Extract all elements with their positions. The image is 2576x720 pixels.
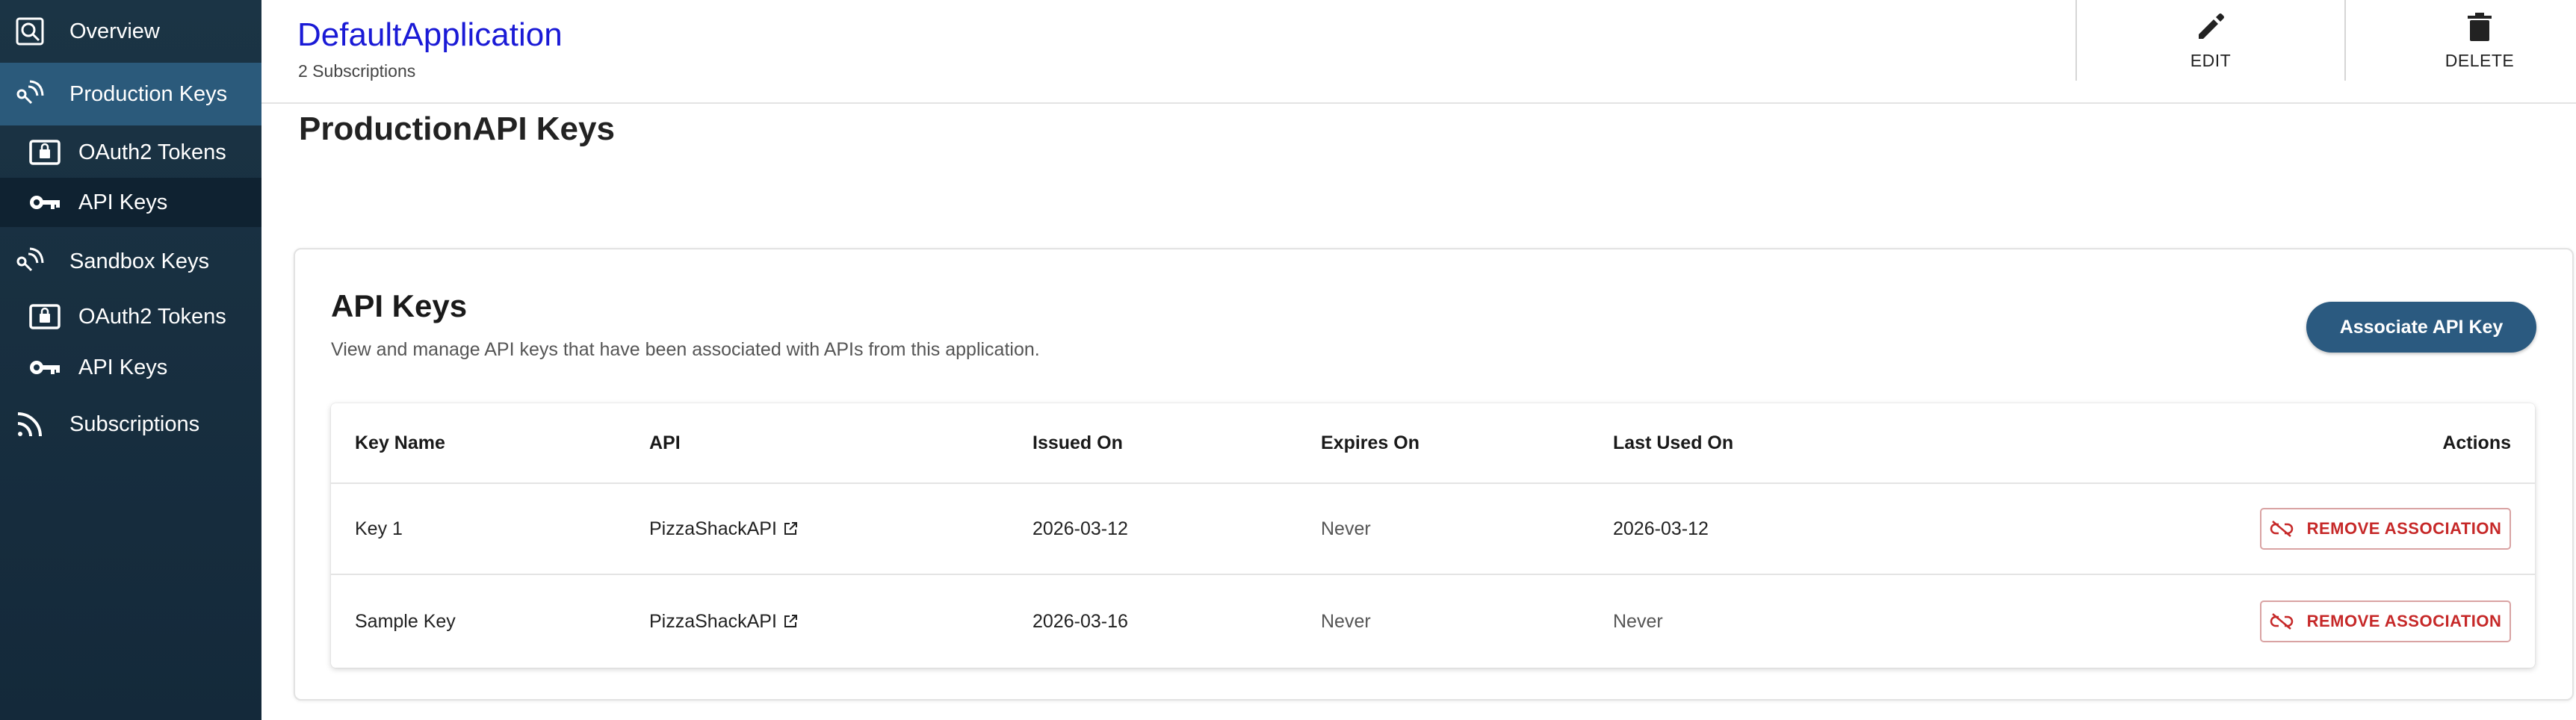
sidebar-item-overview[interactable]: Overview — [0, 10, 261, 52]
sidebar: Overview Production Keys OAuth2 Tokens A… — [0, 0, 261, 720]
sidebar-item-production-oauth2-tokens[interactable]: OAuth2 Tokens — [0, 128, 261, 176]
remove-association-label: REMOVE ASSOCIATION — [2306, 612, 2502, 630]
issued-on-cell: 2026-03-16 — [1032, 610, 1128, 632]
app-header: DefaultApplication 2 Subscriptions EDIT … — [261, 0, 2576, 104]
issued-on-cell: 2026-03-12 — [1032, 518, 1128, 539]
section-heading: ProductionAPI Keys — [299, 111, 615, 147]
sidebar-item-label: Overview — [69, 19, 160, 43]
overview-icon — [13, 15, 46, 48]
api-link[interactable]: PizzaShackAPI — [649, 518, 777, 540]
expires-on-cell: Never — [1321, 518, 1371, 539]
lock-card-icon — [28, 300, 61, 333]
api-keys-table: Key Name API Issued On Expires On Last U… — [331, 403, 2535, 668]
card-title: API Keys — [331, 288, 468, 323]
api-keys-card: API Keys View and manage API keys that h… — [294, 248, 2574, 701]
api-cell[interactable]: PizzaShackAPI — [649, 484, 798, 574]
associate-api-key-button[interactable]: Associate API Key — [2306, 302, 2536, 353]
edit-button[interactable]: EDIT — [2075, 0, 2344, 81]
pencil-icon — [2194, 10, 2227, 43]
delete-button[interactable]: DELETE — [2344, 0, 2576, 81]
last-used-on-cell: Never — [1613, 610, 1663, 632]
column-header-last-used-on: Last Used On — [1613, 432, 1734, 453]
column-header-issued-on: Issued On — [1032, 432, 1123, 453]
delete-label: DELETE — [2445, 50, 2515, 70]
sidebar-item-label: API Keys — [78, 190, 168, 214]
last-used-on-cell: 2026-03-12 — [1613, 518, 1709, 539]
api-cell[interactable]: PizzaShackAPI — [649, 575, 798, 668]
column-header-key-name: Key Name — [355, 432, 445, 453]
remove-association-label: REMOVE ASSOCIATION — [2306, 519, 2502, 538]
sidebar-item-subscriptions[interactable]: Subscriptions — [0, 400, 261, 448]
sidebar-item-sandbox-keys[interactable]: Sandbox Keys — [0, 238, 261, 285]
sidebar-item-label: OAuth2 Tokens — [78, 304, 226, 329]
page-title[interactable]: DefaultApplication — [297, 16, 563, 54]
card-description: View and manage API keys that have been … — [331, 339, 1040, 360]
sidebar-item-label: OAuth2 Tokens — [78, 140, 226, 164]
key-name-cell: Key 1 — [355, 518, 403, 539]
link-off-icon — [2270, 517, 2294, 541]
key-name-cell: Sample Key — [355, 610, 456, 632]
sidebar-item-sandbox-oauth2-tokens[interactable]: OAuth2 Tokens — [0, 293, 261, 341]
sidebar-item-label: API Keys — [78, 355, 168, 379]
key-icon — [28, 186, 61, 219]
column-header-api: API — [649, 432, 681, 453]
key-icon — [28, 351, 61, 384]
rss-icon — [13, 408, 46, 441]
lock-card-icon — [28, 136, 61, 169]
table-row: Sample Key PizzaShackAPI 2026-03-16 Neve… — [331, 575, 2535, 668]
sidebar-item-label: Sandbox Keys — [69, 249, 210, 273]
remove-association-button[interactable]: REMOVE ASSOCIATION — [2260, 600, 2511, 642]
keys-signal-icon — [13, 78, 46, 111]
sidebar-item-production-api-keys[interactable]: API Keys — [0, 178, 261, 227]
subscription-count: 2 Subscriptions — [298, 61, 416, 81]
expires-on-cell: Never — [1321, 610, 1371, 632]
table-header-row: Key Name API Issued On Expires On Last U… — [331, 403, 2535, 484]
column-header-actions: Actions — [2442, 432, 2511, 453]
external-link-icon[interactable] — [783, 614, 798, 629]
api-link[interactable]: PizzaShackAPI — [649, 611, 777, 633]
sidebar-item-label: Subscriptions — [69, 412, 200, 436]
trash-icon — [2463, 10, 2496, 43]
column-header-expires-on: Expires On — [1321, 432, 1419, 453]
sidebar-item-production-keys[interactable]: Production Keys — [0, 63, 261, 125]
external-link-icon[interactable] — [783, 521, 798, 536]
table-row: Key 1 PizzaShackAPI 2026-03-12 Never 202… — [331, 484, 2535, 575]
link-off-icon — [2270, 609, 2294, 633]
remove-association-button[interactable]: REMOVE ASSOCIATION — [2260, 508, 2511, 550]
sidebar-item-sandbox-api-keys[interactable]: API Keys — [0, 344, 261, 391]
keys-signal-icon — [13, 245, 46, 278]
edit-label: EDIT — [2190, 50, 2232, 70]
sidebar-item-label: Production Keys — [69, 81, 228, 106]
